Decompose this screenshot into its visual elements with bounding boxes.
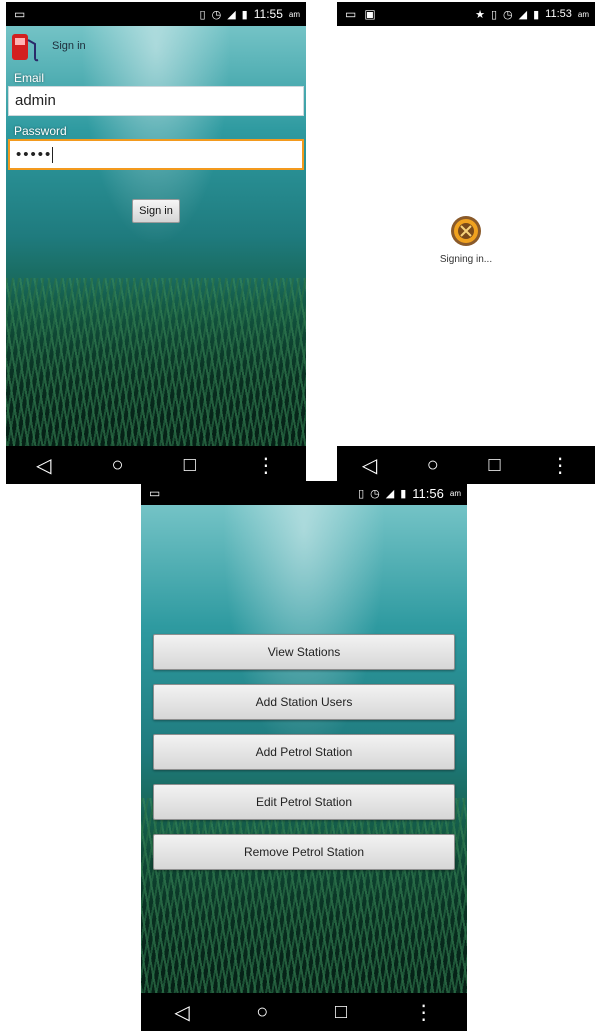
- battery-icon: ▮: [400, 487, 407, 500]
- add-station-users-button[interactable]: Add Station Users: [153, 684, 455, 720]
- alarm-icon: ◷: [211, 8, 222, 21]
- back-icon[interactable]: ◁: [36, 453, 51, 478]
- recents-icon[interactable]: □: [184, 454, 196, 477]
- vibrate-icon: ▯: [199, 8, 206, 21]
- nav-bar: ◁ ○ □ ⋮: [337, 446, 595, 484]
- more-icon[interactable]: ⋮: [550, 453, 570, 478]
- fuel-pump-logo: [12, 34, 39, 62]
- status-bar: ▭ ▣ ★ ▯ ◷ ◢ ▮ 11:53 am: [337, 2, 595, 26]
- loading-spinner-icon: [451, 216, 481, 246]
- vibrate-icon: ▯: [490, 8, 498, 21]
- phone-screen-signin: ▭ ▯ ◷ ◢ ▮ 11:55 am Sign in Email admin P…: [6, 2, 306, 484]
- vibrate-icon: ▯: [358, 487, 365, 500]
- nav-bar: ◁ ○ □ ⋮: [141, 993, 467, 1031]
- signal-icon: ◢: [385, 487, 395, 500]
- home-icon[interactable]: ○: [256, 1001, 268, 1024]
- home-icon[interactable]: ○: [427, 454, 439, 477]
- status-ampm: am: [577, 9, 589, 19]
- status-time: 11:55: [253, 7, 283, 21]
- more-icon[interactable]: ⋮: [256, 453, 276, 478]
- add-petrol-station-button[interactable]: Add Petrol Station: [153, 734, 455, 770]
- app-bar: Sign in: [6, 26, 306, 68]
- sign-in-button[interactable]: Sign in: [132, 199, 180, 223]
- more-icon[interactable]: ⋮: [414, 1000, 434, 1025]
- back-icon[interactable]: ◁: [174, 1000, 189, 1025]
- app-notification-icon: ▣: [364, 7, 376, 21]
- seagrass-decoration: [141, 797, 467, 993]
- phone-screen-admin-menu: ▭ ▯ ◷ ◢ ▮ 11:56 am View Stations Add Sta…: [141, 481, 467, 1031]
- status-bar: ▭ ▯ ◷ ◢ ▮ 11:56 am: [141, 481, 467, 505]
- back-icon[interactable]: ◁: [362, 453, 377, 478]
- home-icon[interactable]: ○: [112, 454, 124, 477]
- loading-text: Signing in...: [439, 254, 493, 265]
- email-field[interactable]: admin: [8, 86, 304, 116]
- battery-icon: ▮: [241, 8, 248, 21]
- signal-icon: ◢: [227, 8, 236, 21]
- password-field[interactable]: •••••: [8, 139, 304, 170]
- status-bar: ▭ ▯ ◷ ◢ ▮ 11:55 am: [6, 2, 306, 26]
- signal-icon: ◢: [518, 8, 528, 21]
- email-label: Email: [14, 71, 45, 85]
- status-time: 11:53: [545, 8, 572, 20]
- status-time: 11:56: [412, 485, 444, 501]
- alarm-icon: ◷: [503, 8, 513, 21]
- page-title: Sign in: [52, 40, 86, 52]
- edit-petrol-station-button[interactable]: Edit Petrol Station: [153, 784, 455, 820]
- status-ampm: am: [449, 488, 461, 498]
- battery-icon: ▮: [533, 8, 540, 21]
- star-icon: ★: [475, 8, 485, 21]
- status-ampm: am: [288, 9, 300, 19]
- text-cursor: [52, 147, 54, 164]
- phone-screen-loading: ▭ ▣ ★ ▯ ◷ ◢ ▮ 11:53 am Signing in... ◁ ○…: [337, 2, 595, 484]
- password-label: Password: [14, 124, 67, 138]
- image-notification-icon: ▭: [149, 486, 161, 500]
- seagrass-decoration: [6, 278, 306, 446]
- view-stations-button[interactable]: View Stations: [153, 634, 455, 670]
- image-notification-icon: ▭: [345, 7, 357, 21]
- recents-icon[interactable]: □: [488, 454, 500, 477]
- image-notification-icon: ▭: [14, 7, 26, 21]
- password-value: •••••: [16, 146, 53, 163]
- recents-icon[interactable]: □: [335, 1001, 347, 1024]
- remove-petrol-station-button[interactable]: Remove Petrol Station: [153, 834, 455, 870]
- alarm-icon: ◷: [370, 487, 380, 500]
- nav-bar: ◁ ○ □ ⋮: [6, 446, 306, 484]
